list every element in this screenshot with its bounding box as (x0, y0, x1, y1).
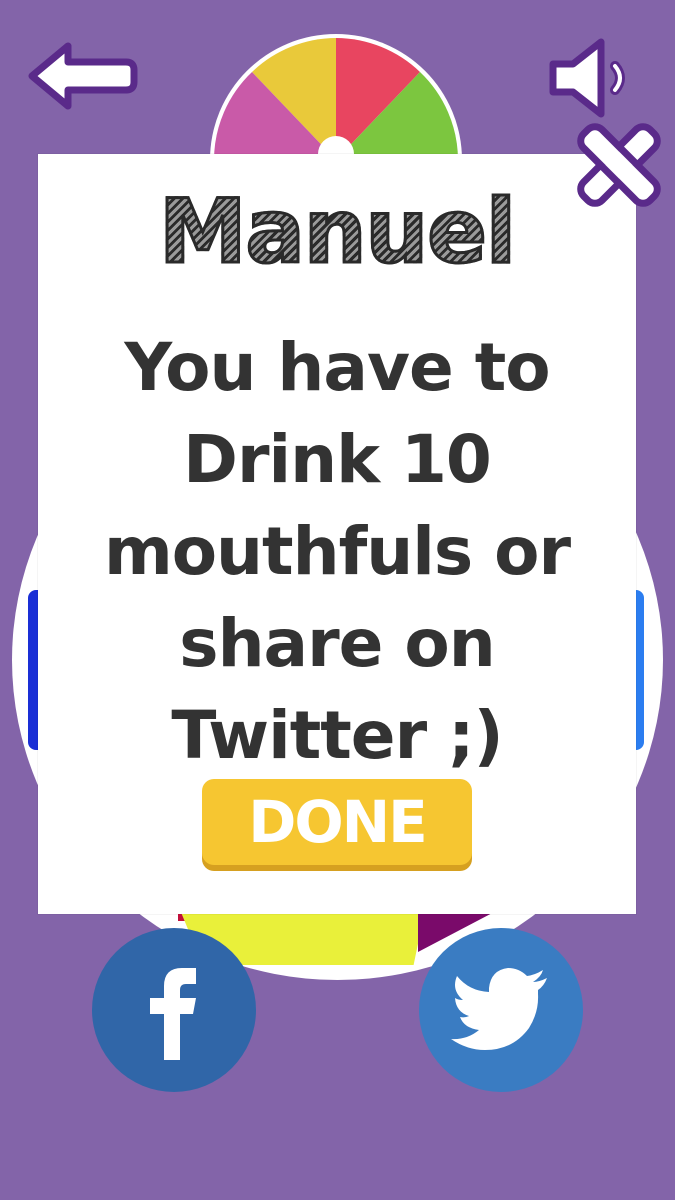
result-dialog: Manuel You have to Drink 10 mouthfuls or… (38, 154, 636, 914)
done-button[interactable]: DONE (202, 779, 472, 865)
message-line: mouthfuls or (103, 513, 571, 590)
message-line: share on (179, 605, 495, 682)
facebook-icon (150, 968, 196, 1060)
player-name: Manuel (38, 179, 636, 285)
twitter-bird-icon (451, 968, 547, 1050)
facebook-share-button[interactable] (92, 928, 256, 1092)
speaker-icon (549, 38, 625, 118)
close-button[interactable] (566, 112, 672, 218)
challenge-message: You have to Drink 10 mouthfuls or share … (58, 322, 616, 782)
twitter-share-button[interactable] (419, 928, 583, 1092)
sound-button[interactable] (545, 36, 641, 120)
arrow-left-icon (28, 42, 138, 110)
message-line: Twitter ;) (171, 697, 503, 774)
message-line: Drink 10 (183, 421, 492, 498)
back-button[interactable] (26, 40, 138, 112)
close-x-icon (577, 123, 661, 207)
message-line: You have to (124, 329, 550, 406)
